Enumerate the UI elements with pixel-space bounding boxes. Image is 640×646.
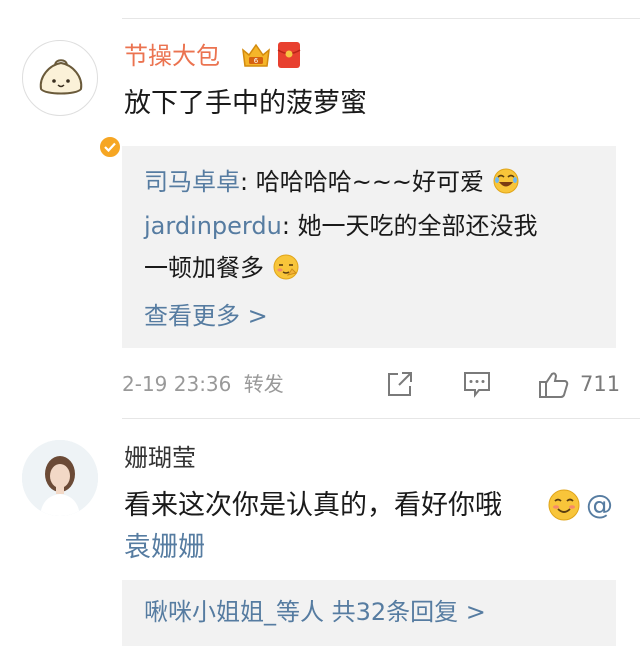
user-portrait-icon [22, 440, 98, 516]
shy-emoji-icon [273, 254, 299, 280]
verified-badge-icon [97, 134, 123, 160]
comment-divider [122, 418, 640, 419]
username[interactable]: 节操大包 [124, 40, 220, 72]
timestamp: 2-19 23:36 [122, 372, 232, 396]
replies-box[interactable]: 司马卓卓: 哈哈哈哈~~~好可爱 jardinperdu: 她一天吃的全部还没我… [122, 146, 616, 348]
comment-text: 放下了手中的菠萝蜜 [124, 88, 367, 119]
comment-icon[interactable] [462, 370, 492, 398]
reply-1[interactable]: 司马卓卓: 哈哈哈哈~~~好可爱 [144, 164, 520, 200]
reply-author[interactable]: jardinperdu [144, 212, 282, 240]
username[interactable]: 姗瑚莹 [124, 442, 196, 474]
reply-2[interactable]: jardinperdu: 她一天吃的全部还没我 [144, 208, 538, 244]
avatar[interactable] [22, 440, 98, 516]
smile-emoji-icon [548, 489, 580, 521]
reply-text: : 哈哈哈哈~~~好可爱 [240, 168, 485, 196]
reply-text: : 她一天吃的全部还没我 [281, 212, 538, 240]
avatar[interactable] [22, 40, 123, 160]
top-divider [122, 18, 640, 19]
reply-text-line2: 一顿加餐多 [144, 254, 264, 282]
mention-link[interactable]: 袁姗姗 [124, 530, 205, 566]
bun-avatar-icon [39, 59, 83, 95]
comment-meta: 2-19 23:36 转发 [122, 370, 284, 398]
repost-label[interactable]: 转发 [244, 372, 284, 396]
view-more-link[interactable]: 查看更多 > [144, 298, 268, 334]
svg-text:6: 6 [254, 57, 259, 65]
replies-summary-link[interactable]: 啾咪小姐姐_等人 共32条回复 > [144, 594, 486, 630]
like-count: 711 [580, 372, 621, 396]
reply-author[interactable]: 司马卓卓 [144, 168, 240, 196]
replies-summary-box[interactable]: 啾咪小姐姐_等人 共32条回复 > [122, 580, 616, 646]
like-icon[interactable] [538, 370, 570, 400]
vip-crown-icon: 6 [242, 43, 270, 67]
share-icon[interactable] [386, 370, 414, 398]
laughing-emoji-icon [493, 168, 519, 194]
reply-2-continued: 一顿加餐多 [144, 250, 300, 286]
mention-at[interactable]: @ [586, 488, 613, 524]
red-envelope-icon [277, 42, 301, 68]
